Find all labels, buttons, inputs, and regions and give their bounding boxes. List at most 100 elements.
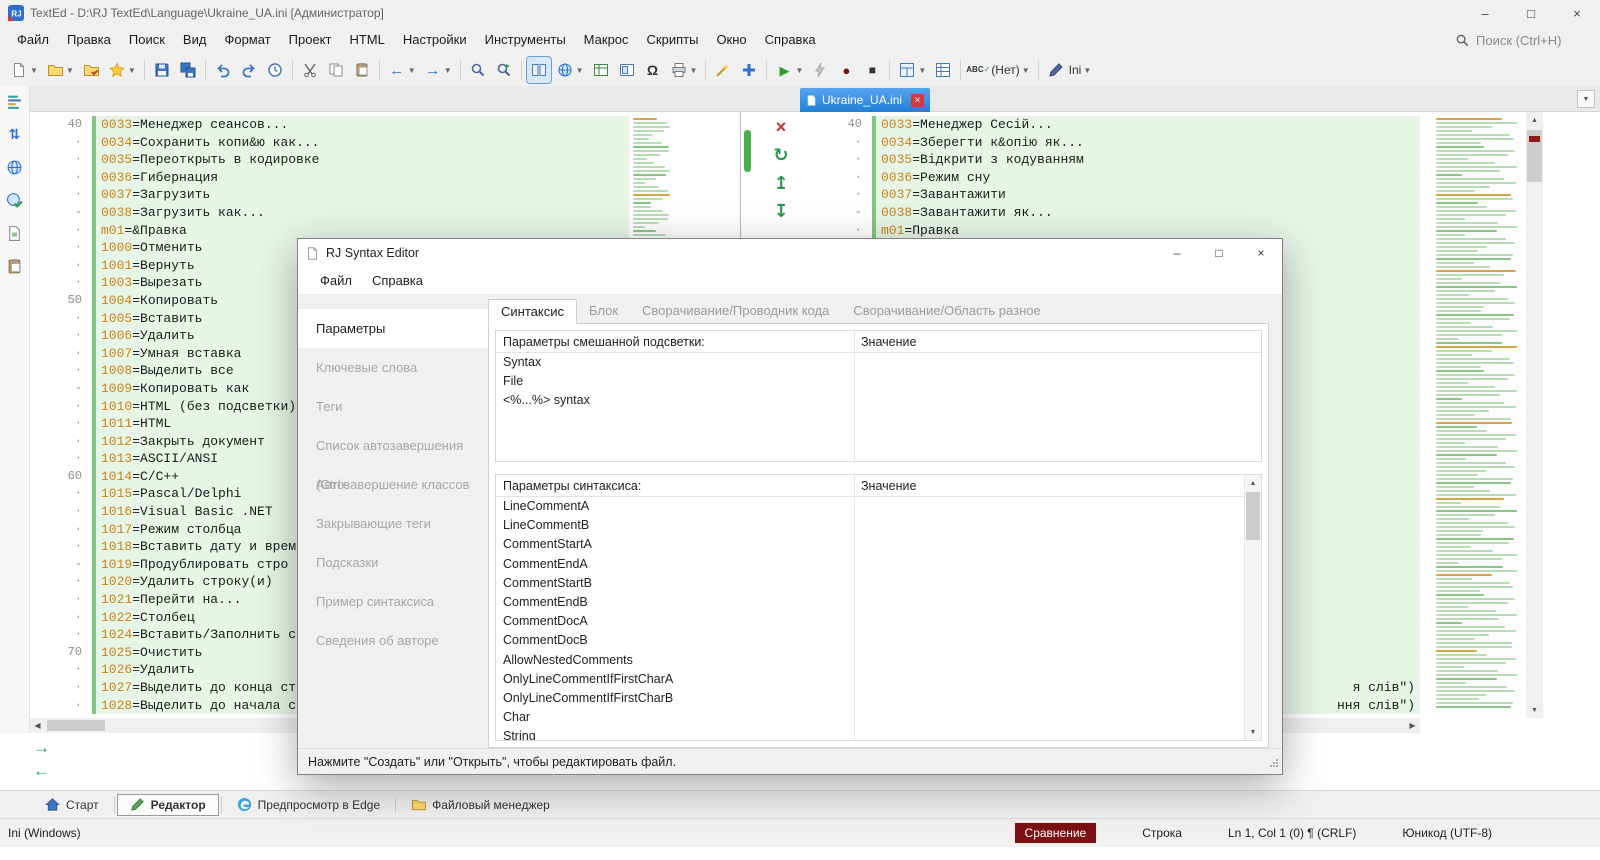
tab-editor[interactable]: Редактор <box>116 793 219 816</box>
code-line[interactable]: · 0034=Сохранить копи&ю как... <box>30 133 628 152</box>
table-row[interactable]: CommentStartB <box>496 574 1261 593</box>
scroll-left-icon[interactable]: ◀ <box>30 721 45 730</box>
dialog-nav-item-2[interactable]: Теги <box>298 387 488 426</box>
table-row[interactable]: CommentDocB <box>496 631 1261 650</box>
copy-button[interactable] <box>324 57 348 83</box>
scrollbar-thumb[interactable] <box>1246 492 1260 540</box>
frames-button[interactable] <box>589 57 613 83</box>
resize-grip[interactable] <box>1269 757 1279 771</box>
menu-item-10[interactable]: Скрипты <box>638 26 708 54</box>
refresh-compare-button[interactable]: ↻ <box>766 143 796 168</box>
file-tab[interactable]: Ukraine_UA.ini × <box>800 88 930 112</box>
search-input[interactable] <box>1476 32 1586 48</box>
table-row[interactable]: Syntax <box>496 353 1261 372</box>
table-row[interactable]: CommentDocA <box>496 612 1261 631</box>
encoding-indicator[interactable]: Юникод (UTF-8) <box>1402 826 1492 840</box>
search-button[interactable] <box>466 57 490 83</box>
menu-item-4[interactable]: Формат <box>215 26 279 54</box>
dialog-tab-2[interactable]: Сворачивание/Проводник кода <box>630 299 841 323</box>
menu-item-7[interactable]: Настройки <box>394 26 476 54</box>
table-row[interactable]: CommentStartA <box>496 535 1261 554</box>
navigate-back-button[interactable]: ← ▼ <box>385 57 419 83</box>
dialog-titlebar[interactable]: RJ Syntax Editor – □ × <box>298 239 1282 267</box>
menu-item-12[interactable]: Справка <box>756 26 825 54</box>
code-line[interactable]: · 0035=Переоткрыть в кодировке <box>30 151 628 169</box>
vertical-scrollbar[interactable]: ▲ ▼ <box>1526 112 1543 718</box>
dialog-nav-item-0[interactable]: Параметры <box>298 309 488 348</box>
dialog-close-button[interactable]: × <box>1240 239 1282 267</box>
code-line[interactable]: · 0036=Гибернация <box>30 168 628 187</box>
dialog-nav-item-3[interactable]: Список автозавершения (Ctrl+ <box>298 426 488 492</box>
favorites-button[interactable]: ▼ <box>105 57 139 83</box>
tab-list-dropdown-button[interactable]: ▼ <box>1577 90 1595 108</box>
code-line[interactable]: · 0035=Відкрити з кодуванням <box>820 151 1420 169</box>
code-line[interactable]: · 0037=Завантажити <box>820 186 1420 204</box>
previous-difference-arrow[interactable]: ← <box>33 761 53 781</box>
code-line[interactable]: · m01=Правка <box>820 221 1420 240</box>
record-macro-button[interactable]: ● <box>834 57 858 83</box>
menu-item-11[interactable]: Окно <box>707 26 755 54</box>
close-button[interactable]: × <box>1554 0 1600 26</box>
table-row[interactable]: <%...%> syntax <box>496 391 1261 410</box>
web-browser-icon[interactable] <box>6 158 24 176</box>
tab-file-manager[interactable]: Файловый менеджер <box>398 794 563 816</box>
capture-button[interactable] <box>615 57 639 83</box>
save-all-button[interactable] <box>176 57 200 83</box>
scroll-down-icon[interactable]: ▼ <box>1245 724 1261 740</box>
open-file-button[interactable]: ▼ <box>43 57 77 83</box>
spell-check-button[interactable]: ABC✓ (Нет) ▼ <box>966 57 1032 83</box>
web-preview-icon[interactable] <box>6 191 24 209</box>
table-row[interactable]: CommentEndB <box>496 593 1261 612</box>
table-row[interactable]: String <box>496 727 1261 740</box>
right-minimap[interactable] <box>1432 112 1522 718</box>
run-button[interactable]: ▶ ▼ <box>772 57 806 83</box>
new-document-button[interactable]: ▼ <box>7 57 41 83</box>
next-difference-arrow[interactable]: → <box>33 738 53 758</box>
paste-button[interactable] <box>350 57 374 83</box>
menu-item-8[interactable]: Инструменты <box>476 26 575 54</box>
table-row[interactable]: LineCommentB <box>496 516 1261 535</box>
organizer-icon[interactable] <box>6 92 24 110</box>
special-characters-button[interactable]: Ω <box>641 57 665 83</box>
menu-item-1[interactable]: Правка <box>58 26 120 54</box>
syntax-mode-button[interactable]: Ini ▼ <box>1044 57 1095 83</box>
table-row[interactable]: OnlyLineCommentIfFirstCharB <box>496 689 1261 708</box>
table-row[interactable]: LineCommentA <box>496 497 1261 516</box>
redo-button[interactable] <box>237 57 261 83</box>
code-line[interactable]: -0038=Завантажити як... <box>820 203 1420 222</box>
code-line[interactable]: 40 0033=Менеджер сеансов... <box>30 116 628 134</box>
dialog-tab-1[interactable]: Блок <box>577 299 630 323</box>
table-scrollbar[interactable]: ▲ ▼ <box>1244 475 1261 740</box>
scroll-right-icon[interactable]: ▶ <box>1405 721 1420 730</box>
dialog-nav-item-5[interactable]: Закрывающие теги <box>298 504 488 543</box>
menu-item-2[interactable]: Поиск <box>120 26 174 54</box>
compare-mode-badge[interactable]: Сравнение <box>1014 823 1097 843</box>
dialog-nav-item-7[interactable]: Пример синтаксиса <box>298 582 488 621</box>
row-mode-indicator[interactable]: Строка <box>1142 826 1182 840</box>
table-row[interactable]: File <box>496 372 1261 391</box>
dialog-minimize-button[interactable]: – <box>1156 239 1198 267</box>
scroll-up-icon[interactable]: ▲ <box>1526 112 1543 128</box>
data-view-button[interactable] <box>931 57 955 83</box>
previous-difference-button[interactable]: ↥ <box>766 171 796 196</box>
scroll-down-icon[interactable]: ▼ <box>1526 702 1543 718</box>
print-button[interactable]: ▼ <box>667 57 701 83</box>
cut-button[interactable] <box>298 57 322 83</box>
table-row[interactable]: OnlyLineCommentIfFirstCharA <box>496 670 1261 689</box>
search-replace-button[interactable] <box>492 57 516 83</box>
minimize-button[interactable]: – <box>1462 0 1508 26</box>
dialog-nav-item-1[interactable]: Ключевые слова <box>298 348 488 387</box>
compare-files-icon[interactable]: ⇅ <box>6 125 24 143</box>
clipboard-icon[interactable] <box>6 257 24 275</box>
dialog-nav-item-4[interactable]: Автозавершение классов <box>298 465 488 504</box>
menu-item-6[interactable]: HTML <box>340 26 393 54</box>
table-row[interactable]: Char <box>496 708 1261 727</box>
code-line[interactable]: · 0034=Зберегти к&опію як... <box>820 133 1420 152</box>
code-line[interactable]: -0038=Загрузить как... <box>30 203 628 222</box>
table-row[interactable]: AllowNestedComments <box>496 651 1261 670</box>
reopen-file-button[interactable] <box>79 57 103 83</box>
undo-button[interactable] <box>211 57 235 83</box>
add-tool-button[interactable] <box>737 57 761 83</box>
navigate-forward-button[interactable]: → ▼ <box>421 57 455 83</box>
next-difference-button[interactable]: ↧ <box>766 199 796 224</box>
